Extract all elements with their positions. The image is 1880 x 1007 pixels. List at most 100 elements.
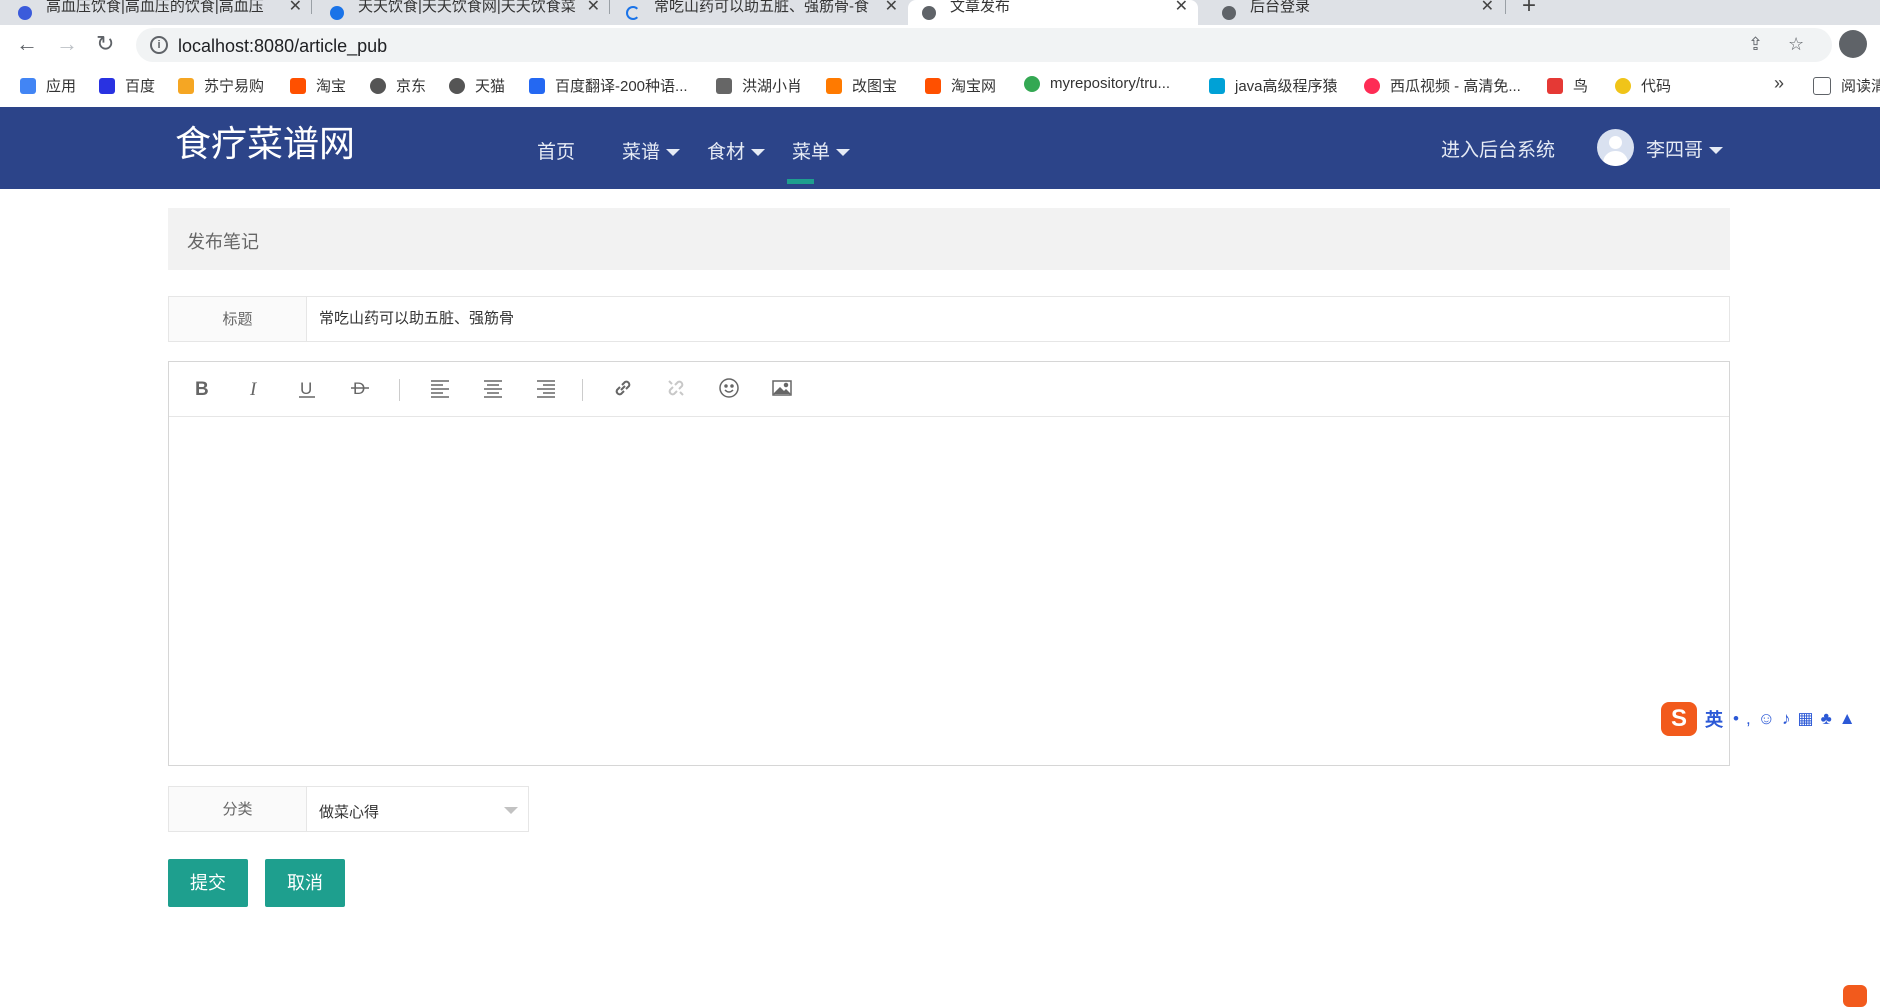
ime-mode-toggle[interactable]: 英: [1705, 706, 1723, 732]
site-logo[interactable]: 食疗菜谱网: [175, 115, 355, 167]
username-label: 李四哥: [1646, 140, 1704, 161]
share-icon[interactable]: ⇪: [1748, 34, 1763, 55]
category-select[interactable]: 做菜心得: [306, 786, 529, 832]
bookmark-label: java高级程序猿: [1235, 78, 1338, 95]
svg-text:U: U: [300, 379, 312, 398]
bookmark-item[interactable]: 代码: [1615, 75, 1671, 96]
cancel-button[interactable]: 取消: [265, 859, 345, 907]
nav-label: 菜单: [792, 142, 831, 163]
bookmark-item[interactable]: 百度翻译-200种语...: [529, 75, 688, 96]
strikethrough-icon[interactable]: D: [347, 375, 373, 401]
site-info-icon[interactable]: i: [150, 36, 168, 54]
browser-tab[interactable]: 后台登录 ✕: [1222, 0, 1494, 25]
caret-down-icon: [751, 149, 766, 157]
chevron-down-icon: [504, 807, 518, 814]
bookmark-item[interactable]: 天猫: [449, 75, 505, 96]
italic-icon[interactable]: I: [242, 375, 268, 401]
bookmark-star-icon[interactable]: ☆: [1788, 34, 1804, 55]
reload-icon[interactable]: ↻: [96, 31, 114, 57]
bookmark-item[interactable]: 改图宝: [826, 75, 897, 96]
bookmark-item[interactable]: 百度: [99, 75, 155, 96]
globe-icon: [449, 77, 465, 94]
svg-text:I: I: [249, 379, 258, 399]
bookmark-item[interactable]: 洪湖小肖: [716, 75, 802, 96]
align-left-icon[interactable]: [427, 375, 453, 401]
bookmark-label: 阅读清: [1841, 78, 1880, 95]
title-label: 标题: [168, 296, 307, 342]
align-center-icon[interactable]: [480, 375, 506, 401]
bookmark-label: 天猫: [475, 78, 506, 95]
nav-label: 菜谱: [622, 142, 661, 163]
bookmark-item[interactable]: java高级程序猿: [1209, 75, 1338, 96]
bold-icon[interactable]: B: [189, 375, 215, 401]
url-text[interactable]: localhost:8080/article_pub: [178, 36, 387, 57]
tab-title: 高血压饮食|高血压的饮食|高血压: [46, 0, 264, 15]
caret-down-icon: [1709, 147, 1724, 155]
close-tab-icon[interactable]: ✕: [587, 0, 600, 16]
tab-title: 后台登录: [1250, 0, 1311, 15]
bookmark-label: 应用: [46, 78, 77, 95]
browser-tab[interactable]: 天天饮食|天天饮食网|天天饮食菜 ✕: [330, 0, 600, 25]
bookmark-item[interactable]: 淘宝: [290, 75, 346, 96]
new-tab-icon[interactable]: +: [1522, 0, 1536, 20]
align-right-icon[interactable]: [533, 375, 559, 401]
ime-logo-icon: S: [1661, 702, 1697, 736]
nav-home[interactable]: 首页: [537, 137, 575, 164]
browser-tab[interactable]: 高血压饮食|高血压的饮食|高血压 ✕: [18, 0, 302, 25]
link-icon[interactable]: [610, 375, 636, 401]
bookmark-favicon-icon: [716, 77, 732, 94]
bookmark-label: 百度: [125, 78, 156, 95]
bookmark-label: 淘宝网: [951, 78, 997, 95]
ime-corner-icon[interactable]: [1843, 985, 1867, 1007]
globe-icon: [370, 77, 386, 94]
address-bar[interactable]: i localhost:8080/article_pub ⇪ ☆: [136, 28, 1832, 62]
user-menu[interactable]: 李四哥: [1646, 135, 1724, 162]
bookmark-label: 代码: [1641, 78, 1672, 95]
forward-icon[interactable]: →: [56, 31, 78, 57]
nav-active-indicator: [787, 179, 814, 184]
browser-tab-loading[interactable]: 常吃山药可以助五脏、强筋骨-食 ✕: [626, 0, 898, 25]
bookmark-item[interactable]: 淘宝网: [925, 75, 996, 96]
close-tab-icon[interactable]: ✕: [885, 0, 898, 16]
ime-tool-icons[interactable]: •,☺♪▦♣▲: [1733, 709, 1863, 729]
apps-grid-icon: [20, 77, 36, 94]
nav-recipes[interactable]: 菜谱: [622, 137, 681, 164]
caret-down-icon: [836, 149, 851, 157]
image-icon[interactable]: [769, 375, 795, 401]
close-tab-icon[interactable]: ✕: [289, 0, 302, 16]
back-icon[interactable]: ←: [16, 31, 38, 57]
browser-tab-bar: 高血压饮食|高血压的饮食|高血压 ✕ 天天饮食|天天饮食网|天天饮食菜 ✕ 常吃…: [0, 0, 1880, 25]
rich-text-editor[interactable]: B I U D: [168, 361, 1730, 766]
submit-button[interactable]: 提交: [168, 859, 248, 907]
browser-toolbar: ← → ↻ i localhost:8080/article_pub ⇪ ☆: [0, 25, 1880, 65]
ime-toolbar[interactable]: S 英 •,☺♪▦♣▲: [1661, 702, 1863, 736]
user-avatar[interactable]: [1597, 129, 1634, 166]
tab-title: 文章发布: [950, 0, 1011, 15]
title-input[interactable]: 常吃山药可以助五脏、强筋骨: [306, 296, 1730, 342]
bookmark-item[interactable]: myrepository/tru...: [1024, 75, 1170, 92]
reading-list-icon: [1813, 76, 1831, 95]
bookmark-item[interactable]: 苏宁易购: [178, 75, 264, 96]
chrome-icon: [1024, 75, 1040, 92]
bookmark-item[interactable]: 鸟: [1547, 75, 1588, 96]
nav-ingredients[interactable]: 食材: [707, 137, 766, 164]
nav-menus[interactable]: 菜单: [792, 137, 851, 164]
globe-icon: [1222, 5, 1236, 20]
bookmark-item[interactable]: 京东: [370, 75, 426, 96]
reading-list[interactable]: 阅读清: [1813, 75, 1880, 96]
admin-link[interactable]: 进入后台系统: [1441, 135, 1555, 162]
underline-icon[interactable]: U: [294, 375, 320, 401]
emoji-icon[interactable]: [716, 375, 742, 401]
bookmark-item[interactable]: 西瓜视频 - 高清免...: [1364, 75, 1521, 96]
browser-tab-active[interactable]: 文章发布 ✕: [908, 0, 1198, 25]
bookmark-label: 苏宁易购: [204, 78, 265, 95]
more-bookmarks-icon[interactable]: »: [1774, 73, 1784, 94]
category-label: 分类: [168, 786, 307, 832]
close-tab-icon[interactable]: ✕: [1175, 0, 1188, 16]
profile-avatar-icon[interactable]: [1839, 30, 1867, 58]
bookmark-label: 淘宝: [316, 78, 347, 95]
bookmark-apps[interactable]: 应用: [20, 75, 76, 96]
close-tab-icon[interactable]: ✕: [1481, 0, 1494, 16]
unlink-icon[interactable]: [663, 375, 689, 401]
suning-icon: [178, 77, 194, 94]
